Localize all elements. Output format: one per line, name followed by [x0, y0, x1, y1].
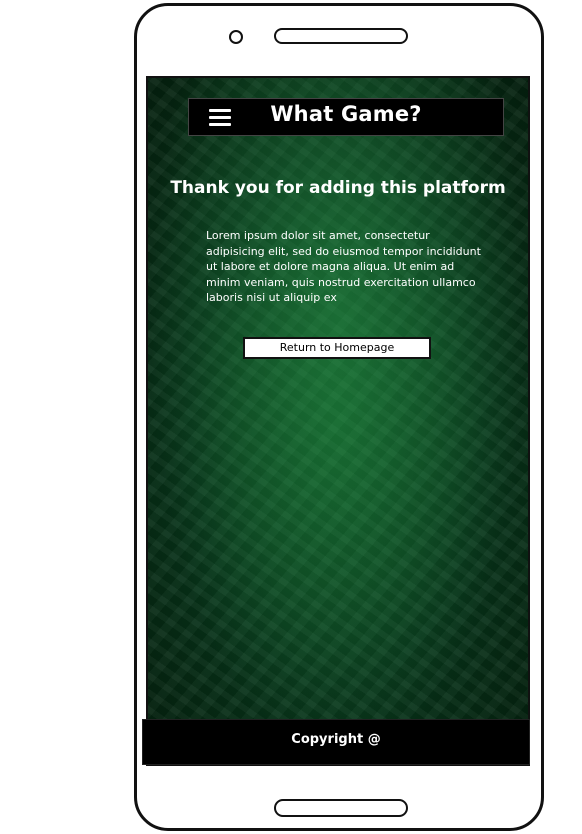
camera-icon	[229, 30, 243, 44]
copyright-text: Copyright @	[291, 732, 381, 747]
return-to-homepage-button[interactable]: Return to Homepage	[243, 337, 431, 359]
body-paragraph: Lorem ipsum dolor sit amet, consectetur …	[206, 229, 481, 304]
speaker-grille	[274, 28, 408, 44]
page-heading: Thank you for adding this platform	[170, 178, 506, 198]
app-screen: What Game? Thank you for adding this pla…	[146, 76, 530, 766]
home-button[interactable]	[274, 799, 408, 817]
header-bar: What Game?	[188, 98, 504, 136]
footer-bar: Copyright @	[142, 719, 530, 765]
app-title: What Game?	[270, 102, 422, 126]
